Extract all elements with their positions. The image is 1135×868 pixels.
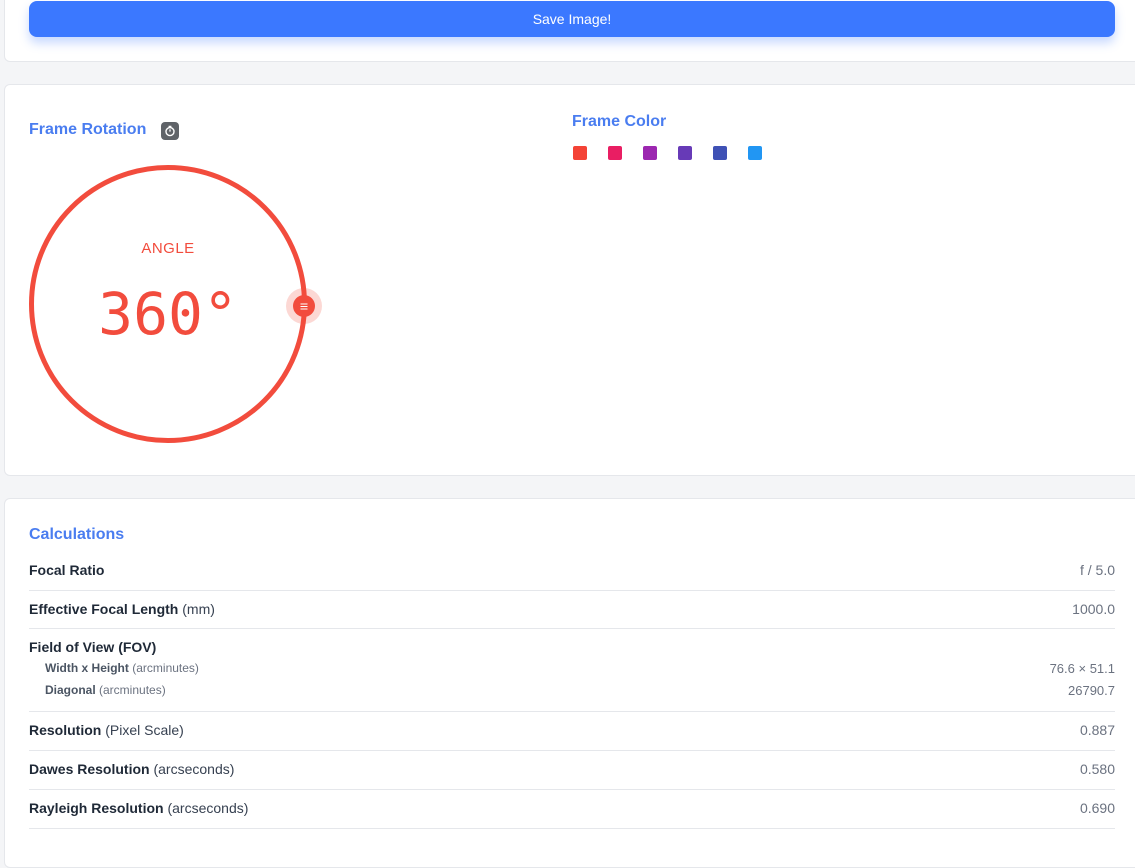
fov-label: Field of View (FOV) <box>29 639 157 655</box>
focal-ratio-row: Focal Ratio f / 5.0 <box>29 559 1115 591</box>
fov-diagonal-row: Diagonal (arcminutes) 26790.7 <box>45 683 1115 699</box>
dawes-resolution-value: 0.580 <box>1079 761 1115 777</box>
dawes-resolution-row: Dawes Resolution (arcseconds) 0.580 <box>29 750 1115 790</box>
effective-focal-length-label: Effective Focal Length <box>29 601 179 617</box>
fov-width-height-unit: (arcminutes) <box>132 661 199 675</box>
resolution-unit: (Pixel Scale) <box>105 722 184 738</box>
drag-lines-icon <box>300 303 308 309</box>
angle-label: ANGLE <box>141 240 195 257</box>
color-swatch-pink[interactable] <box>608 146 622 160</box>
focal-ratio-label: Focal Ratio <box>29 562 105 578</box>
reset-timer-icon[interactable] <box>161 122 179 140</box>
calculations-title: Calculations <box>29 526 125 543</box>
fov-width-height-label: Width x Height <box>45 661 129 675</box>
frame-color-title: Frame Color <box>572 113 667 130</box>
effective-focal-length-unit: (mm) <box>182 601 215 617</box>
effective-focal-length-value: 1000.0 <box>1072 601 1115 617</box>
dawes-resolution-unit: (arcseconds) <box>153 761 235 777</box>
fov-diagonal-unit: (arcminutes) <box>99 683 166 697</box>
focal-ratio-value: f / 5.0 <box>1079 562 1115 578</box>
save-image-button[interactable]: Save Image! <box>29 1 1115 37</box>
dawes-resolution-label: Dawes Resolution <box>29 761 150 777</box>
rayleigh-resolution-label: Rayleigh Resolution <box>29 800 164 816</box>
dial-handle[interactable] <box>293 295 315 317</box>
angle-value: 360° <box>98 280 238 348</box>
color-swatch-indigo[interactable] <box>713 146 727 160</box>
rotation-dial[interactable]: ANGLE 360° <box>29 165 307 443</box>
rayleigh-resolution-value: 0.690 <box>1079 800 1115 816</box>
save-card: Save Image! <box>4 0 1135 62</box>
fov-diagonal-label: Diagonal <box>45 683 96 697</box>
resolution-value: 0.887 <box>1079 722 1115 738</box>
color-swatch-blue[interactable] <box>748 146 762 160</box>
color-swatch-red[interactable] <box>573 146 587 160</box>
resolution-label: Resolution <box>29 722 102 738</box>
fov-diagonal-value: 26790.7 <box>1068 683 1115 698</box>
fov-width-height-value: 76.6 × 51.1 <box>1049 661 1115 676</box>
resolution-row: Resolution (Pixel Scale) 0.887 <box>29 711 1115 751</box>
rayleigh-resolution-unit: (arcseconds) <box>167 800 249 816</box>
rayleigh-resolution-row: Rayleigh Resolution (arcseconds) 0.690 <box>29 789 1115 829</box>
fov-width-height-row: Width x Height (arcminutes) 76.6 × 51.1 <box>45 661 1115 677</box>
color-swatch-purple[interactable] <box>643 146 657 160</box>
frame-rotation-title: Frame Rotation <box>29 121 147 138</box>
calculations-card: Calculations Focal Ratio f / 5.0 Effecti… <box>4 498 1135 868</box>
fov-row: Field of View (FOV) Width x Height (arcm… <box>29 628 1115 712</box>
effective-focal-length-row: Effective Focal Length (mm) 1000.0 <box>29 590 1115 629</box>
frame-settings-card: Frame Rotation ANGLE 360° Frame Color <box>4 84 1135 476</box>
color-swatch-deep-purple[interactable] <box>678 146 692 160</box>
